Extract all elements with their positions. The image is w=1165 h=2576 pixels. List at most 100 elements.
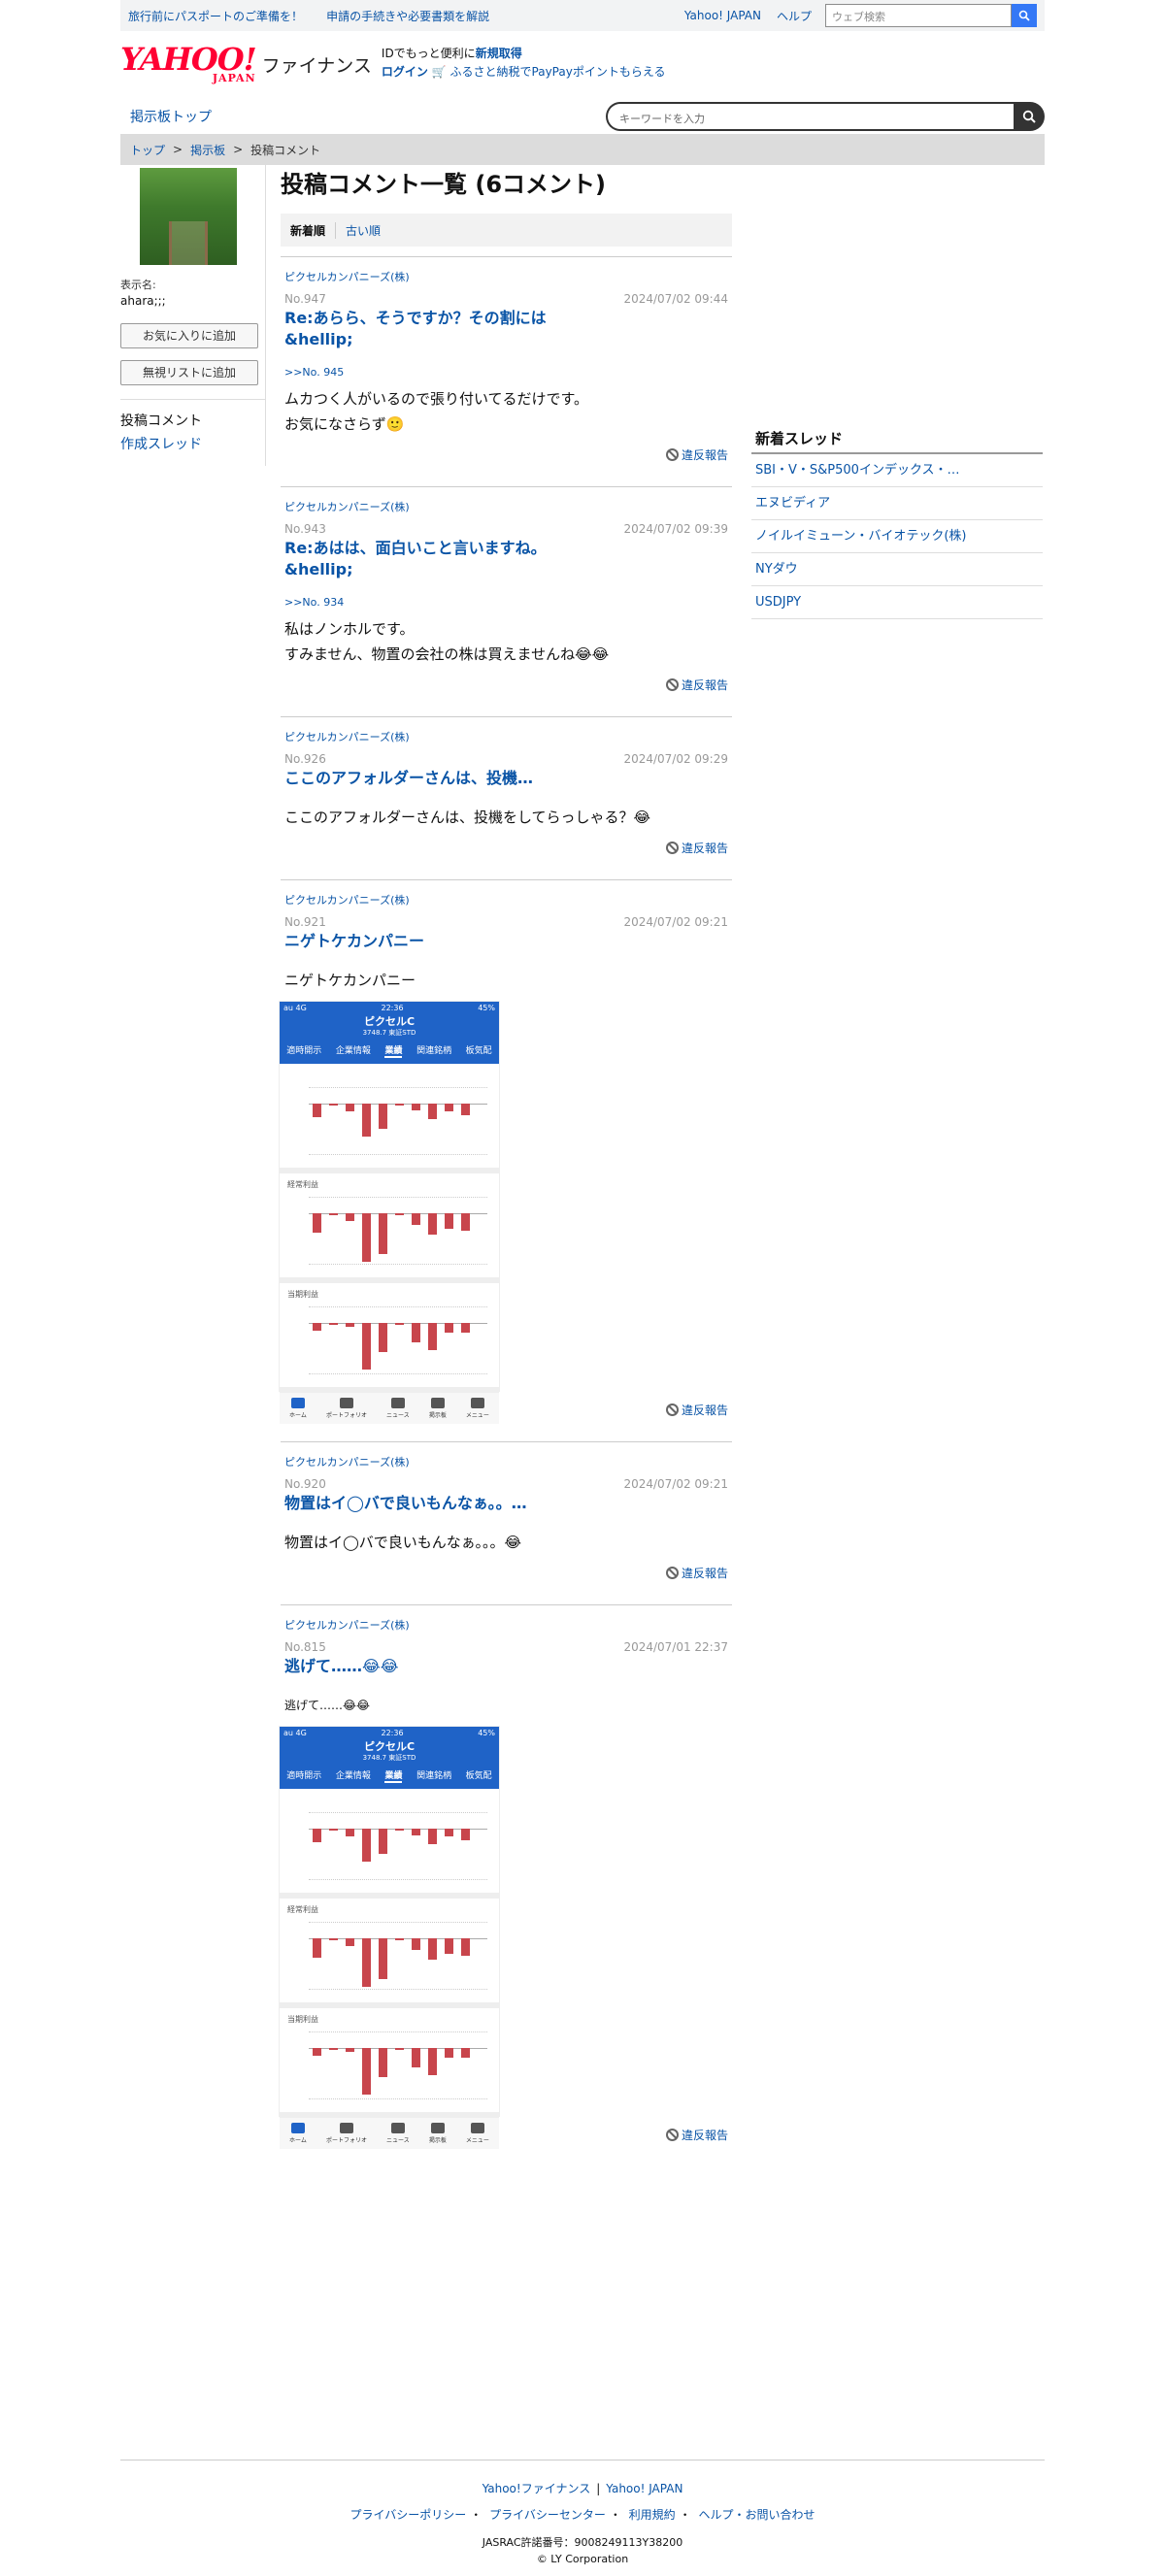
web-search: ウェブ検索	[825, 4, 1037, 27]
help-link[interactable]: ヘルプ	[777, 8, 812, 24]
app-bar	[445, 2048, 453, 2058]
web-search-button[interactable]	[1012, 4, 1037, 27]
comment-body: ニゲトケカンパニー	[284, 972, 416, 989]
new-threads-sidebar: 新着スレッド SBI・V・S&P500インデックス・… エヌビディア ノイルイミ…	[751, 428, 1043, 619]
app-bar	[395, 1938, 404, 1940]
web-search-input[interactable]: ウェブ検索	[825, 4, 1012, 27]
app-bar	[362, 1213, 371, 1262]
report-link[interactable]: 違反報告	[284, 677, 728, 693]
keyword-search-button[interactable]	[1014, 102, 1045, 131]
report-link[interactable]: 違反報告	[284, 1565, 728, 1581]
app-panel-label: 当期利益	[287, 2015, 318, 2024]
app-nav-item: ニュース	[386, 2123, 410, 2144]
breadcrumb-top[interactable]: トップ	[130, 142, 165, 158]
attached-screenshot[interactable]: au 4G 22:36 45% ピクセルC 3748.7 東証STD 適時開示 企業情報 業績…	[279, 1726, 500, 2149]
top-bar: 旅行前にパスポートのご準備を！ 申請の手続きや必要書類を解説 Yahoo! JA…	[120, 0, 1045, 31]
add-favorite-button[interactable]: お気に入りに追加	[120, 323, 258, 348]
thread-link[interactable]: エヌビディア	[751, 487, 1043, 520]
tab-newest[interactable]: 新着順	[290, 221, 337, 239]
status-time: 22:36	[381, 1729, 404, 1737]
app-bar	[313, 2048, 321, 2056]
app-price: 3748.7 東証STD	[362, 1754, 416, 1762]
comment-item: ピクセルカンパニーズ(株) No.947 2024/07/02 09:44 Re:…	[281, 256, 732, 477]
app-bar	[313, 1829, 321, 1842]
comment-title[interactable]: 物置はイ◯バで良いもんなぁ。。…	[284, 1493, 728, 1514]
app-nav-item: ニュース	[386, 1398, 410, 1419]
app-bar	[329, 2048, 338, 2050]
board-top-link[interactable]: 掲示板トップ	[130, 107, 212, 126]
breadcrumb-current: 投稿コメント	[250, 143, 321, 157]
footer-privacy-policy[interactable]: プライバシーポリシー	[350, 2508, 466, 2522]
comment-title[interactable]: ここのアフォルダーさんは、投機…	[284, 768, 728, 789]
app-tab: 適時開示	[286, 1046, 322, 1056]
app-bar	[395, 1323, 404, 1325]
breadcrumb-board[interactable]: 掲示板	[190, 142, 225, 158]
search-icon	[1018, 10, 1030, 21]
comment-title[interactable]: Re:あはは、面白いこと言いますね。 &hellip;	[284, 538, 547, 580]
login-link[interactable]: ログイン	[382, 65, 428, 79]
keyword-input[interactable]: キーワードを入力	[606, 102, 1014, 131]
footer-privacy-center[interactable]: プライバシーセンター	[489, 2508, 606, 2522]
app-bar	[313, 1104, 321, 1117]
app-bar	[379, 1938, 387, 1979]
display-name-label: 表示名:	[120, 279, 156, 291]
footer-terms[interactable]: 利用規約	[629, 2508, 676, 2522]
company-link[interactable]: ピクセルカンパニーズ(株)	[284, 1617, 728, 1633]
furusato-promo-link[interactable]: ふるさと納税でPayPayポイントもらえる	[450, 65, 666, 79]
nav-created-threads[interactable]: 作成スレッド	[120, 433, 265, 456]
user-sidebar: 表示名: ahara;;; お気に入りに追加 無視リストに追加 投稿コメント 作…	[120, 165, 266, 466]
app-bar	[412, 2048, 420, 2067]
company-link[interactable]: ピクセルカンパニーズ(株)	[284, 269, 728, 284]
report-link[interactable]: 違反報告	[284, 840, 728, 856]
comment-title[interactable]: 逃げて……😂😂	[284, 1656, 728, 1677]
app-bar	[412, 1829, 420, 1835]
comment-title[interactable]: Re:あらら、そうですか？その割には &hellip;	[284, 308, 547, 350]
app-footer-nav: ホーム ポートフォリオ ニュース 掲示板 メニュー	[280, 2118, 499, 2149]
company-link[interactable]: ピクセルカンパニーズ(株)	[284, 499, 728, 514]
footer-finance-link[interactable]: Yahoo!ファイナンス	[483, 2482, 591, 2495]
comment-body: ムカつく人がいるので張り付いてるだけです。 お気になさらず🙂	[284, 390, 589, 433]
report-link[interactable]: 違反報告	[284, 446, 728, 463]
company-link[interactable]: ピクセルカンパニーズ(株)	[284, 892, 728, 908]
app-bar	[412, 1938, 420, 1950]
status-battery: 45%	[478, 1729, 495, 1737]
thread-link[interactable]: NYダウ	[751, 553, 1043, 586]
display-name: ahara;;;	[120, 294, 166, 308]
reply-link[interactable]: >>No. 934	[284, 596, 728, 609]
signup-link[interactable]: 新規取得	[476, 47, 522, 60]
prohibit-icon	[665, 1404, 679, 1416]
comment-item: ピクセルカンパニーズ(株) No.943 2024/07/02 09:39 Re:…	[281, 486, 732, 707]
comment-title[interactable]: ニゲトケカンパニー	[284, 931, 728, 952]
thread-link[interactable]: USDJPY	[751, 586, 1043, 619]
add-ignore-button[interactable]: 無視リストに追加	[120, 360, 258, 385]
company-link[interactable]: ピクセルカンパニーズ(株)	[284, 729, 728, 744]
app-nav-item: 掲示板	[429, 1398, 447, 1419]
reply-link[interactable]: >>No. 945	[284, 366, 728, 379]
passport-link[interactable]: 旅行前にパスポートのご準備を！	[128, 10, 303, 23]
attached-screenshot[interactable]: au 4G 22:36 45% ピクセルC 3748.7 東証STD 適時開示 企業情報 業績…	[279, 1001, 500, 1424]
footer-help[interactable]: ヘルプ・お問い合わせ	[699, 2508, 816, 2522]
yahoo-finance-logo[interactable]: YAHOO! JAPAN ファイナンス	[120, 44, 372, 83]
app-bar	[428, 1213, 437, 1235]
app-tab: 適時開示	[286, 1771, 322, 1781]
comment-number: No.947	[284, 292, 326, 306]
thread-link[interactable]: ノイルイミューン・バイオテック(株)	[751, 520, 1043, 553]
app-bar	[395, 1104, 404, 1106]
app-chart-panel	[280, 1064, 499, 1173]
cart-icon: 🛒	[431, 65, 447, 79]
app-bar	[445, 1323, 453, 1333]
app-tab: 業績	[384, 1043, 403, 1058]
status-left: au 4G	[283, 1004, 307, 1012]
app-bar	[346, 1829, 354, 1836]
company-link[interactable]: ピクセルカンパニーズ(株)	[284, 1454, 728, 1470]
comment-number: No.943	[284, 522, 326, 536]
passport-docs-link[interactable]: 申請の手続きや必要書類を解説	[326, 10, 489, 23]
sort-tabs: 新着順 古い順	[281, 214, 732, 247]
nav-posted-comments[interactable]: 投稿コメント	[120, 410, 265, 433]
app-company-name: ピクセルC	[363, 1015, 416, 1028]
footer-yahoo-link[interactable]: Yahoo! JAPAN	[606, 2482, 682, 2495]
yahoo-japan-link[interactable]: Yahoo! JAPAN	[684, 9, 761, 22]
app-bar	[461, 1938, 470, 1956]
thread-link[interactable]: SBI・V・S&P500インデックス・…	[751, 454, 1043, 487]
tab-oldest[interactable]: 古い順	[336, 222, 381, 239]
